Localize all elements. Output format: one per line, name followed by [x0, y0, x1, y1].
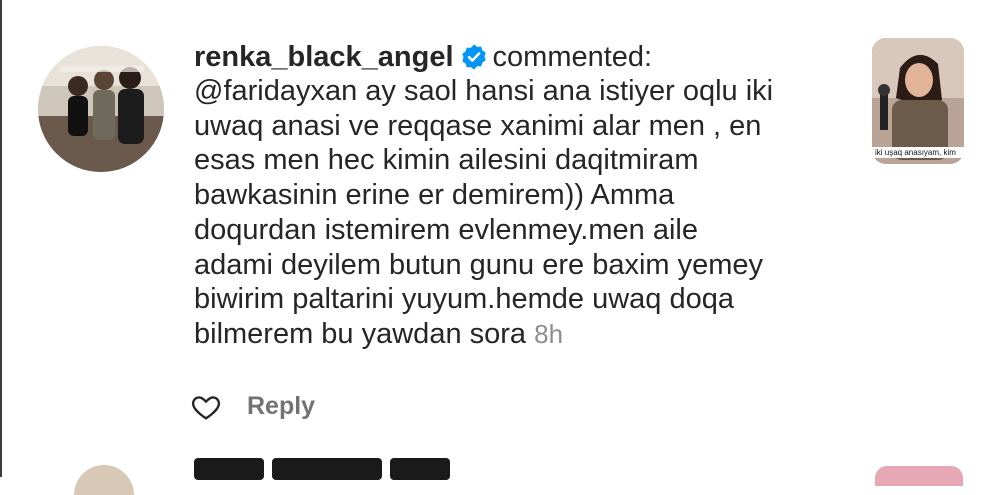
comment-line: adami deyilem butun gunu ere baxim yemey [194, 248, 764, 281]
comment-line: esas men hec kimin ailesini daqitmiram [194, 144, 699, 177]
comment-line: biwirim paltarini yuyum.hemde uwaq doqa [194, 283, 734, 316]
commenter-username[interactable]: renka_black_angel [194, 41, 454, 73]
comment-timestamp: 8h [534, 318, 564, 349]
heart-outline-icon[interactable] [190, 391, 222, 423]
comment-text: @faridayxan ay saol hansi ana istiyer oq… [194, 74, 854, 352]
comment-line-text: bilmerem bu yawdan sora [194, 317, 527, 350]
comment-line: uwaq anasi ve reqqase xanimi alar men , … [194, 109, 762, 142]
comment-line: @faridayxan ay saol hansi ana istiyer oq… [194, 75, 774, 107]
comment-line: doqurdan istemirem evlenmey.men aile [194, 213, 698, 246]
comment-action-text: commented: [492, 41, 653, 73]
comment-line-last: bilmerem bu yawdan sora 8h [194, 317, 854, 352]
comment-line: bawkasinin erine er demirem)) Amma [194, 179, 675, 212]
reply-button[interactable]: Reply [247, 392, 315, 421]
verified-badge-icon [460, 43, 488, 71]
next-post-thumbnail[interactable] [875, 466, 963, 486]
left-edge-divider [0, 0, 2, 477]
commenter-avatar[interactable] [38, 46, 164, 172]
comment-header: renka_black_angel commented: [194, 40, 652, 74]
next-commenter-username-cropped [194, 458, 514, 488]
thumbnail-caption: iki uşaq anasıyam, kim [872, 147, 964, 158]
post-thumbnail[interactable]: iki uşaq anasıyam, kim [872, 38, 964, 164]
next-commenter-avatar[interactable] [74, 465, 134, 495]
